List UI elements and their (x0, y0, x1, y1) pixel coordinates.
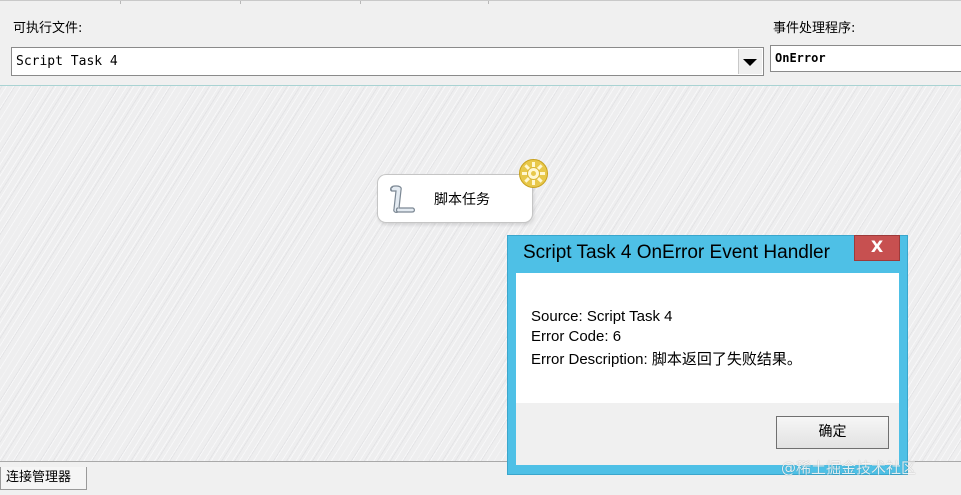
executable-dropdown[interactable]: Script Task 4 (11, 47, 764, 76)
error-code-text: Error Code: 6 (531, 328, 622, 345)
script-task-node[interactable]: 脚本任务 (377, 174, 533, 223)
dialog-title: Script Task 4 OnError Event Handler (523, 242, 830, 263)
executable-label: 可执行文件: (13, 21, 83, 36)
error-source-text: Source: Script Task 4 (531, 308, 673, 325)
dialog-content: Source: Script Task 4 Error Code: 6 Erro… (516, 273, 899, 403)
error-message-dialog: Script Task 4 OnError Event Handler X So… (507, 235, 908, 475)
close-icon: X (870, 237, 884, 256)
scroll-icon (390, 185, 415, 213)
error-description-text: Error Description: 脚本返回了失败结果。 (531, 351, 802, 368)
header-bar: 可执行文件: 事件处理程序: Script Task 4 OnError (0, 0, 961, 85)
task-label: 脚本任务 (434, 192, 490, 208)
executable-dropdown-button[interactable] (738, 49, 762, 74)
header-ticks (0, 1, 961, 4)
event-handler-dropdown[interactable]: OnError (770, 45, 961, 72)
event-handler-label: 事件处理程序: (773, 21, 856, 36)
executable-value: Script Task 4 (16, 54, 118, 69)
tab-connection-managers[interactable]: 连接管理器 (0, 467, 87, 490)
gear-icon (519, 159, 548, 188)
close-button[interactable]: X (854, 235, 900, 261)
dialog-footer: 确定 (516, 403, 899, 465)
chevron-down-icon (743, 59, 757, 66)
event-handler-value: OnError (775, 51, 826, 65)
watermark: @稀土掘金技术社区 (781, 459, 917, 477)
ok-button[interactable]: 确定 (776, 416, 889, 449)
